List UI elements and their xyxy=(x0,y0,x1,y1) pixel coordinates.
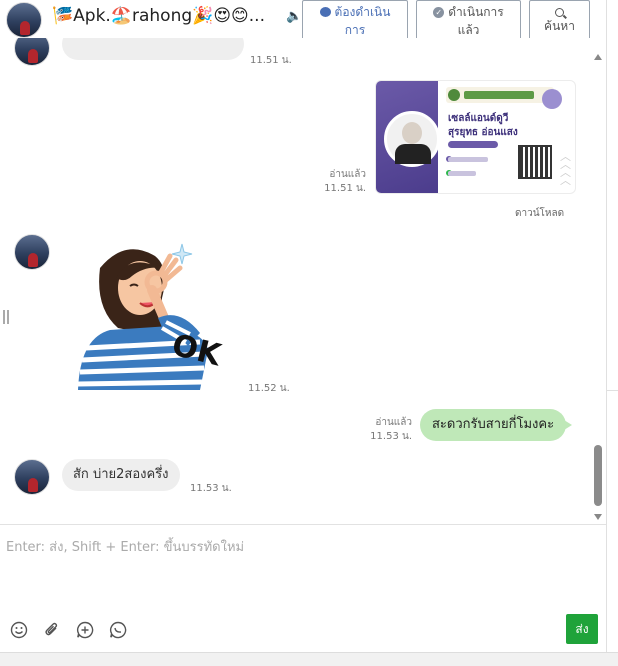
resize-handle[interactable] xyxy=(3,310,9,324)
send-button[interactable]: ส่ง xyxy=(566,614,598,644)
message-time: 11.51 น. xyxy=(250,55,292,66)
card-logo xyxy=(446,87,554,103)
contact-name: 🎏Apk.🏖️rahong🎉😍😊... xyxy=(52,6,265,26)
check-circle-icon: ✓ xyxy=(433,6,445,18)
message-time: 11.53 น. xyxy=(370,431,412,442)
done-action-button[interactable]: ✓ ดำเนินการ แล้ว xyxy=(416,0,521,42)
message-list[interactable]: 11.51 น. อ่านแล้ว 11.51 น. เซลล์แอนด์ดูว… xyxy=(0,38,606,524)
done-label-2: แล้ว xyxy=(457,23,480,37)
outgoing-message-bubble[interactable]: สะดวกรับสายกี่โมงคะ xyxy=(420,409,573,441)
chevron-decor-icon: ︿ ︿ ︿ ︿ xyxy=(560,150,571,187)
card-profile-photo xyxy=(384,111,440,167)
search-button[interactable]: ค้นหา xyxy=(529,0,590,42)
read-status: อ่านแล้ว 11.53 น. xyxy=(358,416,412,444)
card-tag xyxy=(448,141,498,148)
pending-label-1: ต้องดำเนิน xyxy=(334,5,391,19)
scroll-down-arrow[interactable] xyxy=(594,514,602,520)
message-time: 11.52 น. xyxy=(248,383,290,394)
sender-avatar[interactable] xyxy=(14,459,50,495)
sender-avatar[interactable] xyxy=(14,234,50,270)
card-info-line xyxy=(448,171,476,176)
incoming-message-bubble[interactable] xyxy=(62,38,244,60)
chat-bubble-icon xyxy=(319,7,331,17)
message-input[interactable] xyxy=(0,525,600,605)
business-card-image[interactable]: เซลล์แอนด์ดูวี สุรยุทธ อ่อนแสง ︿ ︿ ︿ ︿ xyxy=(375,80,576,194)
contact-avatar[interactable] xyxy=(6,2,42,38)
download-link[interactable]: ดาวน์โหลด xyxy=(515,206,564,221)
search-label: ค้นหา xyxy=(544,18,575,33)
panel-divider xyxy=(606,390,618,391)
message-composer: ส่ง xyxy=(0,524,606,652)
done-label-1: ดำเนินการ xyxy=(448,5,504,19)
emoji-icon[interactable] xyxy=(9,620,29,640)
search-icon xyxy=(555,7,564,17)
add-comment-icon[interactable] xyxy=(75,620,95,640)
card-name-line1: เซลล์แอนด์ดูวี xyxy=(448,113,509,124)
chat-scrollbar[interactable] xyxy=(592,48,604,524)
message-time: 11.53 น. xyxy=(190,483,232,494)
card-info-line xyxy=(448,157,488,162)
read-status: อ่านแล้ว 11.51 น. xyxy=(312,168,366,196)
chat-window: 🎏Apk.🏖️rahong🎉😍😊... 🔈 ต้องดำเนิน การ ✓ ดำ… xyxy=(0,0,618,666)
qr-code xyxy=(518,145,552,179)
attachment-icon[interactable] xyxy=(42,620,62,640)
sender-avatar[interactable] xyxy=(14,38,50,66)
incoming-message-bubble[interactable]: สัก บ่าย2สองครึ่ง xyxy=(62,459,180,491)
bottom-status-bar xyxy=(0,652,618,666)
speaker-icon[interactable]: 🔈 xyxy=(286,9,302,24)
read-label: อ่านแล้ว xyxy=(375,417,412,428)
chat-header: 🎏Apk.🏖️rahong🎉😍😊... 🔈 ต้องดำเนิน การ ✓ ดำ… xyxy=(0,0,606,42)
pending-action-button[interactable]: ต้องดำเนิน การ xyxy=(302,0,408,42)
scroll-up-arrow[interactable] xyxy=(594,54,602,60)
scroll-thumb[interactable] xyxy=(594,445,602,506)
pending-label-2: การ xyxy=(344,23,366,37)
message-time: 11.51 น. xyxy=(324,183,366,194)
card-name-line2: สุรยุทธ อ่อนแสง xyxy=(448,127,518,138)
card-decor-circle xyxy=(542,89,562,109)
read-label: อ่านแล้ว xyxy=(329,169,366,180)
panel-divider xyxy=(606,0,607,666)
chat-reply-icon[interactable] xyxy=(108,620,128,640)
